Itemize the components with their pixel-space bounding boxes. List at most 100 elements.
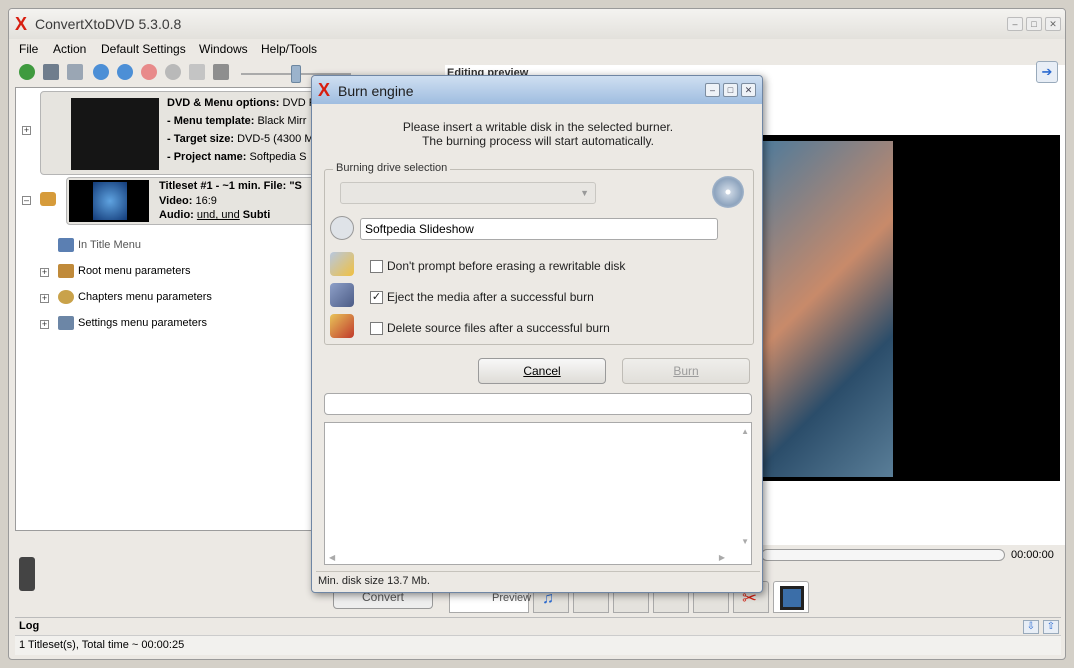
disc-refresh-icon[interactable] — [712, 176, 744, 208]
target-size-label: - Target size: — [167, 133, 235, 145]
title-bar: X ConvertXtoDVD 5.3.0.8 – □ ✕ — [9, 9, 1065, 39]
zoom-slider-thumb[interactable] — [291, 65, 301, 83]
erase-warning-icon — [330, 252, 354, 276]
titleset-icon — [40, 192, 56, 206]
next-arrow-button[interactable]: ➔ — [1036, 61, 1058, 83]
menu-windows[interactable]: Windows — [199, 42, 248, 56]
dvd-menu-label: DVD & Menu options: — [167, 97, 280, 109]
burning-drive-label: Burning drive selection — [333, 162, 451, 174]
menu-template-label: - Menu template: — [167, 115, 255, 127]
traffic-light-icon — [19, 557, 35, 591]
expand-project-toggle[interactable]: + — [22, 126, 31, 135]
burn-log-area[interactable]: ▲ ▼ ◀ ▶ — [324, 422, 752, 565]
app-logo-icon: X — [15, 14, 28, 34]
menu-file[interactable]: File — [19, 42, 38, 56]
tools-icon[interactable] — [165, 64, 181, 80]
log-bar: Log ⇩ ⇧ — [15, 617, 1061, 635]
chapters-menu-icon — [58, 290, 74, 304]
dialog-minimize-button[interactable]: – — [705, 83, 720, 97]
project-name-value: Softpedia S — [249, 151, 307, 163]
scroll-left-icon: ◀ — [329, 553, 336, 562]
dont-prompt-label: Don't prompt before erasing a rewritable… — [387, 259, 626, 273]
video-value: 16:9 — [195, 195, 217, 207]
menu-help-tools[interactable]: Help/Tools — [261, 42, 317, 56]
subtitle-label: Subti — [242, 209, 271, 221]
menu-thumbnail — [71, 98, 159, 170]
save-icon[interactable] — [43, 64, 59, 80]
tab-film[interactable] — [773, 581, 809, 613]
video-preview[interactable] — [749, 135, 1060, 481]
disc-name-input[interactable]: Softpedia Slideshow — [360, 218, 718, 240]
scroll-right-icon: ▶ — [718, 553, 725, 562]
tree-item-in-title-menu[interactable]: In Title Menu — [58, 238, 141, 252]
minimize-button[interactable]: – — [1007, 17, 1023, 31]
tree-item-chapters-menu[interactable]: Chapters menu parameters — [58, 290, 212, 304]
delete-files-icon — [330, 314, 354, 338]
settings-menu-label: Settings menu parameters — [78, 316, 208, 329]
dialog-close-button[interactable]: ✕ — [741, 83, 756, 97]
expand-settings-menu-toggle[interactable]: + — [40, 320, 49, 329]
message-line-2: The burning process will start automatic… — [422, 134, 654, 148]
menu-bar: File Action Default Settings Windows Hel… — [9, 39, 1065, 59]
playback-progress[interactable] — [761, 549, 1005, 561]
titleset-thumbnail — [69, 180, 149, 222]
playback-time: 00:00:00 — [1011, 549, 1054, 561]
dialog-status: Min. disk size 13.7 Mb. — [316, 571, 760, 589]
expand-chapters-menu-toggle[interactable]: + — [40, 294, 49, 303]
menu-default-settings[interactable]: Default Settings — [101, 42, 186, 56]
film-icon — [780, 586, 804, 610]
close-button[interactable]: ✕ — [1045, 17, 1061, 31]
list-icon[interactable] — [189, 64, 205, 80]
dialog-title: Burn engine — [338, 83, 414, 99]
video-label: Video: — [159, 195, 193, 207]
target-size-value: DVD-5 (4300 M — [237, 133, 314, 145]
message-line-1: Please insert a writable disk in the sel… — [402, 120, 674, 134]
collapse-titleset-toggle[interactable]: – — [22, 196, 31, 205]
chapters-menu-label: Chapters menu parameters — [78, 290, 212, 303]
in-title-menu-label: In Title Menu — [78, 238, 141, 251]
status-text: 1 Titleset(s), Total time ~ 00:00:25 — [19, 639, 185, 651]
monitor-icon[interactable] — [213, 64, 229, 80]
audio-label: Audio: — [159, 209, 194, 221]
maximize-button[interactable]: □ — [1026, 17, 1042, 31]
disc-label-icon — [330, 216, 354, 240]
dialog-title-bar: X Burn engine – □ ✕ — [312, 76, 762, 104]
burn-engine-dialog: X Burn engine – □ ✕ Please insert a writ… — [311, 75, 763, 593]
window-title: ConvertXtoDVD 5.3.0.8 — [35, 16, 182, 32]
titleset-label: Titleset #1 - ~1 min. File: "S — [159, 180, 302, 192]
log-up-icon[interactable]: ⇧ — [1043, 620, 1059, 634]
dont-prompt-checkbox[interactable] — [370, 260, 383, 273]
delete-source-checkbox[interactable] — [370, 322, 383, 335]
cancel-button[interactable]: Cancel — [478, 358, 606, 384]
eject-icon — [330, 283, 354, 307]
status-bar: 1 Titleset(s), Total time ~ 00:00:25 — [15, 635, 1061, 655]
expand-root-menu-toggle[interactable]: + — [40, 268, 49, 277]
dialog-logo-icon: X — [318, 80, 331, 100]
burn-progress-bar — [324, 393, 752, 415]
delete-source-label: Delete source files after a successful b… — [387, 321, 610, 335]
scroll-up-icon: ▲ — [741, 427, 749, 436]
eject-checkbox[interactable]: ✓ — [370, 291, 383, 304]
log-down-icon[interactable]: ⇩ — [1023, 620, 1039, 634]
root-menu-label: Root menu parameters — [78, 264, 191, 277]
add-icon[interactable] — [19, 64, 35, 80]
audio-value[interactable]: und, und — [197, 209, 240, 221]
remove-icon[interactable] — [141, 64, 157, 80]
title-menu-icon — [58, 238, 74, 252]
burn-button[interactable]: Burn — [622, 358, 750, 384]
log-label: Log — [19, 620, 40, 632]
root-menu-icon — [58, 264, 74, 278]
split-icon[interactable] — [67, 64, 83, 80]
menu-action[interactable]: Action — [53, 42, 86, 56]
tree-item-settings-menu[interactable]: Settings menu parameters — [58, 316, 207, 330]
menu-template-value: Black Mirr — [257, 115, 307, 127]
dialog-maximize-button[interactable]: □ — [723, 83, 738, 97]
project-name-label: - Project name: — [167, 151, 247, 163]
move-down-icon[interactable] — [93, 64, 109, 80]
tree-item-root-menu[interactable]: Root menu parameters — [58, 264, 191, 278]
drive-select[interactable]: ▼ — [340, 182, 596, 204]
move-up-icon[interactable] — [117, 64, 133, 80]
eject-label: Eject the media after a successful burn — [387, 290, 594, 304]
scroll-down-icon: ▼ — [741, 537, 749, 546]
settings-menu-icon — [58, 316, 74, 330]
